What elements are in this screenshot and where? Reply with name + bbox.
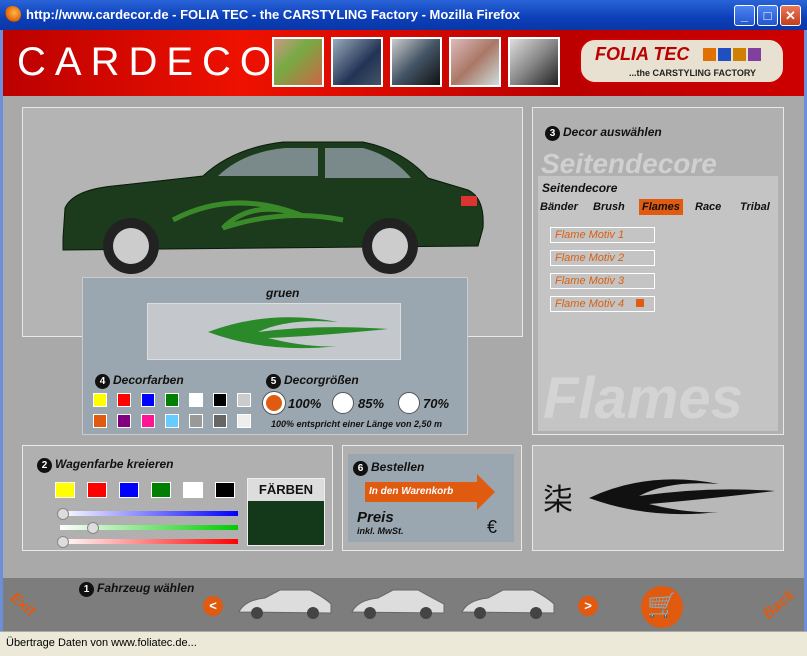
status-text: Übertrage Daten von www.foliatec.de... — [6, 637, 197, 649]
motif-item-1[interactable]: Flame Motiv 1 — [550, 227, 655, 243]
decor-color-swatch[interactable] — [117, 414, 131, 428]
decor-color-swatch[interactable] — [189, 393, 203, 407]
price-note: inkl. MwSt. — [357, 526, 404, 536]
car-image — [62, 141, 484, 274]
size-note: 100% entspricht einer Länge von 2,50 m — [271, 419, 443, 429]
decor-colors-heading: 4 Decorfarben — [95, 373, 184, 389]
window-title: http://www.cardecor.de - FOLIA TEC - the… — [26, 7, 520, 22]
minimize-button[interactable]: _ — [734, 5, 755, 26]
car-color-panel: 2 Wagenfarbe kreieren FÄRBEN — [22, 445, 333, 551]
thumb-image-4[interactable] — [449, 37, 501, 87]
decor-color-swatch[interactable] — [93, 414, 107, 428]
order-heading: 6 Bestellen — [353, 460, 424, 476]
thumb-image-5[interactable] — [508, 37, 560, 87]
back-button[interactable]: Back — [760, 586, 798, 622]
cart-arrow-icon[interactable] — [477, 474, 495, 510]
decor-color-swatch[interactable] — [141, 393, 155, 407]
tab-brush[interactable]: Brush — [593, 201, 625, 213]
vehicle-thumb-2[interactable] — [348, 586, 448, 622]
size-label-85: 85% — [358, 396, 385, 411]
size-radio-100[interactable] — [263, 392, 285, 414]
decor-sizes-heading: 5 Decorgrößen — [266, 373, 359, 389]
exit-button[interactable]: Exit — [7, 589, 39, 620]
next-vehicle-button[interactable]: > — [578, 596, 598, 616]
decor-color-swatch[interactable] — [237, 414, 251, 428]
window-titlebar: http://www.cardecor.de - FOLIA TEC - the… — [0, 0, 807, 30]
decor-color-swatch[interactable] — [213, 393, 227, 407]
decor-color-name: gruen — [266, 286, 300, 300]
shopping-cart-icon[interactable]: 🛒 — [641, 586, 683, 628]
firefox-icon — [4, 6, 21, 23]
maximize-button[interactable]: □ — [757, 5, 778, 26]
decor-select-heading: 3 Decor auswählen — [545, 125, 662, 141]
decor-color-swatch[interactable] — [141, 414, 155, 428]
price-currency: € — [487, 517, 498, 537]
decor-color-swatch[interactable] — [213, 414, 227, 428]
flame-decor-preview — [208, 317, 388, 349]
tab-race[interactable]: Race — [695, 201, 721, 213]
site-header: CARDECOR FOLIA TEC ...the CARSTYLING FAC… — [3, 30, 804, 96]
foliatec-brand: FOLIA TEC — [595, 44, 690, 64]
size-radio-70[interactable] — [398, 392, 420, 414]
size-radio-85[interactable] — [332, 392, 354, 414]
color-preview-box: FÄRBEN — [247, 478, 325, 546]
thumb-image-2[interactable] — [331, 37, 383, 87]
decor-config-panel: gruen 4 Decorfarben 5 Decorgrößen 100% 85%… — [82, 277, 468, 435]
decor-color-swatch[interactable] — [165, 393, 179, 407]
size-label-70: 70% — [423, 396, 450, 411]
slider-red[interactable] — [60, 539, 238, 544]
decor-color-swatch[interactable] — [237, 393, 251, 407]
svg-text:柒: 柒 — [543, 483, 573, 518]
vehicle-select-heading: 1 Fahrzeug wählen — [79, 581, 194, 597]
tab-baender[interactable]: Bänder — [540, 201, 578, 213]
decor-final-preview-panel: 柒 — [532, 445, 784, 551]
decor-color-swatch[interactable] — [117, 393, 131, 407]
motif-item-2[interactable]: Flame Motiv 2 — [550, 250, 655, 266]
decor-preview-box — [147, 303, 401, 360]
motif-item-3[interactable]: Flame Motiv 3 — [550, 273, 655, 289]
status-bar: Übertrage Daten von www.foliatec.de... — [0, 631, 807, 656]
price-label: Preis — [357, 509, 394, 526]
order-panel: 6 Bestellen In den Warenkorb Preis inkl. … — [342, 445, 522, 551]
foliatec-squares — [701, 48, 761, 66]
vehicle-thumb-3[interactable] — [458, 586, 558, 622]
flame-decor-final: 柒 — [543, 479, 775, 518]
decor-color-swatch[interactable] — [93, 393, 107, 407]
car-color-swatch[interactable] — [215, 482, 235, 498]
car-color-heading: 2 Wagenfarbe kreieren — [37, 457, 174, 473]
slider-knob-red[interactable] — [57, 536, 69, 548]
prev-vehicle-button[interactable]: < — [203, 596, 223, 616]
vehicle-select-bar: 1 Fahrzeug wählen Exit Back < > 🛒 — [3, 578, 804, 631]
close-button[interactable]: ✕ — [780, 5, 801, 26]
thumb-image-3[interactable] — [390, 37, 442, 87]
car-color-swatch[interactable] — [151, 482, 171, 498]
slider-blue[interactable] — [60, 511, 238, 516]
vehicle-thumb-1[interactable] — [235, 586, 335, 622]
car-color-swatch[interactable] — [183, 482, 203, 498]
foliatec-tagline: ...the CARSTYLING FACTORY — [629, 68, 757, 78]
farben-label: FÄRBEN — [248, 479, 324, 501]
add-to-cart-button[interactable]: In den Warenkorb — [365, 482, 477, 502]
motif-selected-marker — [636, 299, 644, 307]
page-content: CARDECOR FOLIA TEC ...the CARSTYLING FAC… — [3, 30, 804, 631]
slider-knob-blue[interactable] — [57, 508, 69, 520]
decor-color-swatch[interactable] — [189, 414, 203, 428]
thumb-image-1[interactable] — [272, 37, 324, 87]
tab-flames[interactable]: Flames — [639, 199, 683, 215]
car-color-swatch[interactable] — [55, 482, 75, 498]
size-label-100: 100% — [288, 396, 322, 411]
decor-big-text: Flames — [543, 366, 743, 431]
foliatec-logo[interactable]: FOLIA TEC ...the CARSTYLING FACTORY — [579, 38, 785, 84]
decor-section-title: Seitendecore — [542, 181, 618, 195]
car-color-swatch[interactable] — [87, 482, 107, 498]
decor-color-swatch[interactable] — [165, 414, 179, 428]
slider-knob-green[interactable] — [87, 522, 99, 534]
tab-tribal[interactable]: Tribal — [740, 201, 770, 213]
car-color-swatch[interactable] — [119, 482, 139, 498]
